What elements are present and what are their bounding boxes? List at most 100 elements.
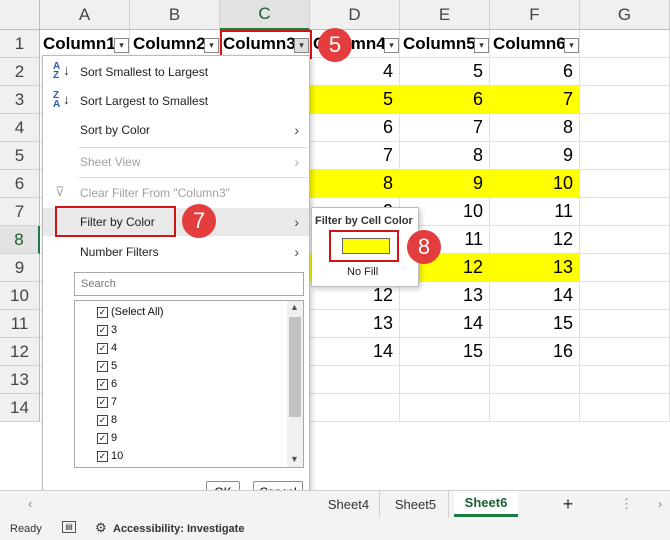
row-header-8[interactable]: 8 bbox=[0, 226, 40, 254]
tab-scroll-left-icon[interactable]: ‹ bbox=[28, 496, 32, 511]
row-header-4[interactable]: 4 bbox=[0, 114, 40, 142]
no-fill-option[interactable]: No Fill bbox=[347, 266, 378, 278]
cell[interactable]: 16 bbox=[490, 338, 580, 366]
cell[interactable]: 13 bbox=[310, 310, 400, 338]
menu-number-filters[interactable]: Number Filters › bbox=[43, 238, 309, 266]
filter-list-item[interactable]: ✓ (Select All) bbox=[97, 303, 164, 321]
filter-list-item[interactable]: ✓ 10 bbox=[97, 447, 123, 465]
tab-sheet5[interactable]: Sheet5 bbox=[383, 491, 449, 517]
cell[interactable] bbox=[400, 366, 490, 394]
accessibility-status[interactable]: Accessibility: Investigate bbox=[113, 523, 244, 535]
row-header-14[interactable]: 14 bbox=[0, 394, 40, 422]
accessibility-icon[interactable]: ⚙ bbox=[95, 520, 107, 536]
tab-sheet6[interactable]: Sheet6 bbox=[454, 491, 518, 517]
row-header-5[interactable]: 5 bbox=[0, 142, 40, 170]
row-header-2[interactable]: 2 bbox=[0, 58, 40, 86]
scroll-right-icon[interactable]: › bbox=[658, 497, 662, 511]
checkbox-checked-icon[interactable]: ✓ bbox=[97, 450, 108, 462]
cell[interactable]: 7 bbox=[490, 86, 580, 114]
cell[interactable]: 5 bbox=[310, 86, 400, 114]
checkbox-checked-icon[interactable]: ✓ bbox=[97, 324, 108, 336]
cell[interactable]: 10 bbox=[490, 170, 580, 198]
filter-dropdown-e-icon[interactable]: ▾ bbox=[474, 38, 489, 53]
cell-g1[interactable] bbox=[580, 30, 670, 58]
checkbox-checked-icon[interactable]: ✓ bbox=[97, 306, 108, 318]
menu-sort-descending[interactable]: Sort Largest to Smallest bbox=[43, 87, 309, 115]
filter-dropdown-b-icon[interactable]: ▾ bbox=[204, 38, 219, 53]
row-header-10[interactable]: 10 bbox=[0, 282, 40, 310]
row-header-11[interactable]: 11 bbox=[0, 310, 40, 338]
cell[interactable] bbox=[490, 366, 580, 394]
cell[interactable] bbox=[580, 58, 670, 86]
cell[interactable]: 7 bbox=[400, 114, 490, 142]
column-header-a[interactable]: A bbox=[40, 0, 130, 30]
cell[interactable] bbox=[580, 394, 670, 422]
filter-list-item[interactable]: ✓ 5 bbox=[97, 357, 117, 375]
cell[interactable]: 7 bbox=[310, 142, 400, 170]
filter-search-input[interactable]: Search bbox=[74, 272, 304, 296]
cell[interactable]: 6 bbox=[400, 86, 490, 114]
cell[interactable]: 12 bbox=[490, 226, 580, 254]
checkbox-checked-icon[interactable]: ✓ bbox=[97, 342, 108, 354]
menu-sort-by-color[interactable]: Sort by Color › bbox=[43, 116, 309, 144]
column-header-g[interactable]: G bbox=[580, 0, 670, 30]
column-header-b[interactable]: B bbox=[130, 0, 220, 30]
cell[interactable]: 4 bbox=[310, 58, 400, 86]
filter-list-item[interactable]: ✓ 9 bbox=[97, 429, 117, 447]
column-header-d[interactable]: D bbox=[310, 0, 400, 30]
cell[interactable] bbox=[580, 338, 670, 366]
cell[interactable] bbox=[580, 114, 670, 142]
row-header-13[interactable]: 13 bbox=[0, 366, 40, 394]
cell[interactable]: 8 bbox=[490, 114, 580, 142]
scroll-up-icon[interactable]: ▲ bbox=[290, 302, 299, 312]
cell[interactable] bbox=[580, 142, 670, 170]
cell[interactable]: 13 bbox=[490, 254, 580, 282]
cell[interactable] bbox=[580, 198, 670, 226]
filter-list-item[interactable]: ✓ 4 bbox=[97, 339, 117, 357]
cell[interactable]: 14 bbox=[490, 282, 580, 310]
cell[interactable] bbox=[580, 226, 670, 254]
row-header-6[interactable]: 6 bbox=[0, 170, 40, 198]
cell[interactable]: 15 bbox=[490, 310, 580, 338]
checkbox-checked-icon[interactable]: ✓ bbox=[97, 360, 108, 372]
cell[interactable]: 8 bbox=[400, 142, 490, 170]
cell[interactable] bbox=[580, 254, 670, 282]
tab-sheet4[interactable]: Sheet4 bbox=[318, 491, 380, 517]
row-header-7[interactable]: 7 bbox=[0, 198, 40, 226]
cell[interactable]: 14 bbox=[400, 310, 490, 338]
cell[interactable] bbox=[580, 366, 670, 394]
filter-list-item[interactable]: ✓ 6 bbox=[97, 375, 117, 393]
cell[interactable] bbox=[580, 282, 670, 310]
filter-list-item[interactable]: ✓ 3 bbox=[97, 321, 117, 339]
filter-list-item[interactable]: ✓ 8 bbox=[97, 411, 117, 429]
scroll-thumb[interactable] bbox=[289, 317, 301, 417]
checkbox-checked-icon[interactable]: ✓ bbox=[97, 414, 108, 426]
cell[interactable]: 11 bbox=[490, 198, 580, 226]
checkbox-checked-icon[interactable]: ✓ bbox=[97, 396, 108, 408]
checkbox-checked-icon[interactable]: ✓ bbox=[97, 378, 108, 390]
cell[interactable]: 6 bbox=[310, 114, 400, 142]
cell[interactable]: 9 bbox=[490, 142, 580, 170]
cell[interactable]: 6 bbox=[490, 58, 580, 86]
cell[interactable]: 15 bbox=[400, 338, 490, 366]
row-header-12[interactable]: 12 bbox=[0, 338, 40, 366]
cell[interactable]: 8 bbox=[310, 170, 400, 198]
cell[interactable] bbox=[490, 394, 580, 422]
cell[interactable] bbox=[400, 394, 490, 422]
cell[interactable] bbox=[580, 170, 670, 198]
row-header-9[interactable]: 9 bbox=[0, 254, 40, 282]
cell[interactable]: 9 bbox=[400, 170, 490, 198]
select-all-corner[interactable] bbox=[0, 0, 40, 30]
horizontal-scrollbar[interactable]: › bbox=[636, 497, 666, 511]
column-header-c[interactable]: C bbox=[220, 0, 310, 30]
macro-record-icon[interactable]: ▤ bbox=[62, 521, 76, 533]
cell[interactable]: 14 bbox=[310, 338, 400, 366]
cell[interactable] bbox=[580, 86, 670, 114]
menu-sort-ascending[interactable]: Sort Smallest to Largest bbox=[43, 58, 309, 86]
scroll-down-icon[interactable]: ▼ bbox=[290, 454, 299, 464]
more-options-icon[interactable]: ⋮ bbox=[620, 496, 633, 512]
row-header-1[interactable]: 1 bbox=[0, 30, 40, 58]
cell[interactable] bbox=[580, 310, 670, 338]
checkbox-checked-icon[interactable]: ✓ bbox=[97, 432, 108, 444]
list-scrollbar[interactable]: ▲ ▼ bbox=[287, 301, 303, 467]
